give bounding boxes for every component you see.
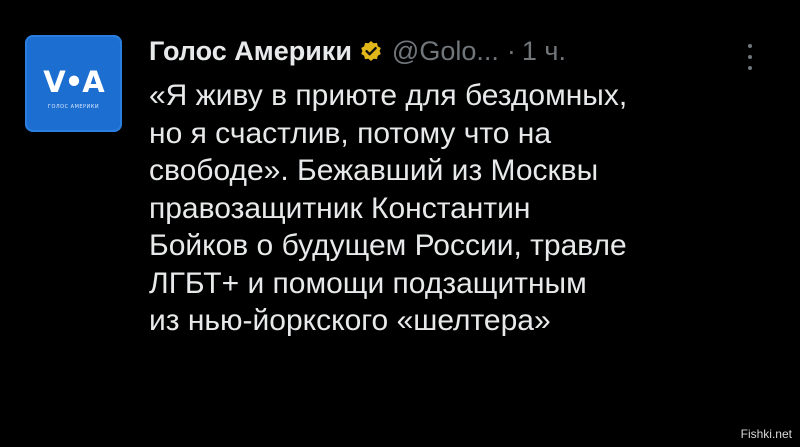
tweet-text-line: правозащитник Константин	[149, 191, 531, 225]
tweet-header: Голос Америки @Golo... · 1 ч.	[149, 26, 789, 76]
tweet-card: V•A ГОЛОС АМЕРИКИ Голос Америки @Golo...…	[0, 0, 800, 447]
tweet-text: «Я живу в приюте для бездомных, но я сча…	[149, 77, 779, 340]
tweet-text-line: «Я живу в приюте для бездомных,	[149, 79, 628, 112]
tweet-text-line: Бойков о будущем России, травле	[149, 229, 627, 262]
avatar-caption: ГОЛОС АМЕРИКИ	[47, 104, 100, 110]
handle[interactable]: @Golo...	[392, 36, 499, 67]
avatar[interactable]: V•A ГОЛОС АМЕРИКИ	[25, 35, 122, 132]
voa-logo: V•A	[43, 65, 104, 99]
more-options-icon[interactable]	[747, 44, 753, 70]
display-name[interactable]: Голос Америки	[149, 36, 352, 67]
dot-icon	[748, 55, 752, 59]
tweet-text-line: свободе». Бежавший из Москвы	[149, 154, 599, 187]
separator-dot: ·	[506, 35, 516, 66]
timestamp[interactable]: 1 ч.	[522, 36, 566, 67]
tweet-text-line: но я счастлив, потому что на	[149, 116, 552, 150]
verified-badge-icon	[360, 40, 382, 62]
tweet-text-line: ЛГБТ+ и помощи подзащитным	[149, 266, 587, 300]
dot-icon	[748, 44, 752, 48]
watermark: Fishki.net	[740, 427, 792, 441]
tweet-text-line: из нью-йоркского «шелтера»	[149, 304, 551, 337]
dot-icon	[748, 66, 752, 70]
